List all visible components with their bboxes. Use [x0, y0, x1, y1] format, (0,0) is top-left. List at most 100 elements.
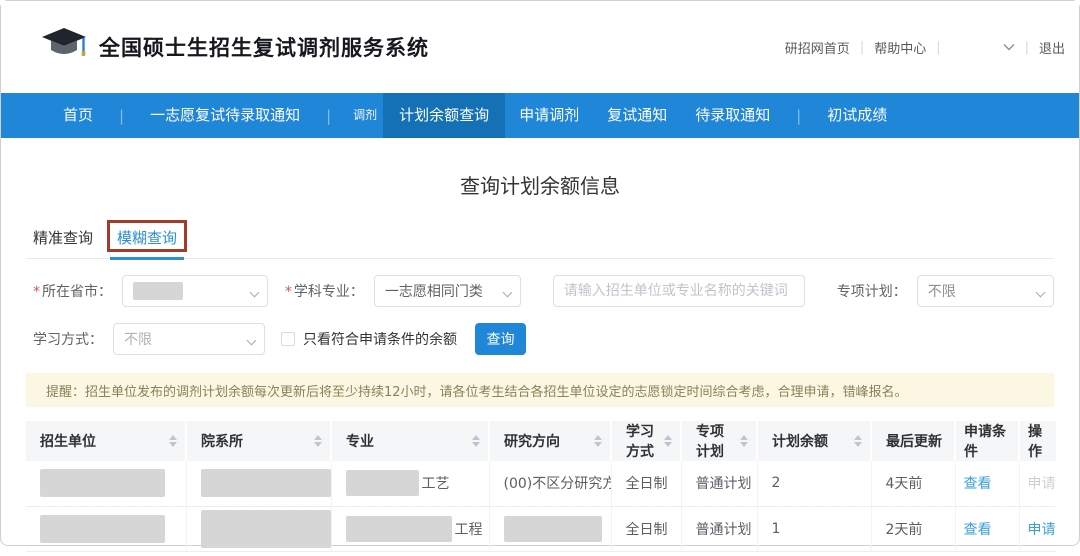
- study-mode-label: 学习方式：: [33, 329, 103, 349]
- tab-fuzzy-query[interactable]: 模糊查询: [117, 227, 177, 258]
- help-center-link[interactable]: 帮助中心: [874, 38, 926, 57]
- view-condition-link[interactable]: 查看: [964, 476, 992, 492]
- balance-table: 招生单位 院系所 专业 研究方向 学习方式 专项计划 计划余额 最后更新 申请条…: [26, 421, 1056, 556]
- home-link[interactable]: 研招网首页: [785, 38, 850, 57]
- province-value-redacted: [133, 282, 183, 300]
- notice-text: 提醒：招生单位发布的调剂计划余额每次更新后将至少持续12小时，请各位考生结合各招…: [46, 381, 908, 400]
- cell-special-plan: 普通计划: [681, 461, 757, 506]
- nav-divider: |: [796, 107, 801, 125]
- keyword-input[interactable]: [553, 275, 805, 307]
- chevron-down-icon: [249, 288, 259, 298]
- sort-icon[interactable]: [594, 435, 602, 447]
- chevron-down-icon: [247, 336, 257, 346]
- cell-department: [186, 461, 331, 506]
- col-header-unit[interactable]: 招生单位: [26, 421, 186, 461]
- nav-item-retest-notice[interactable]: 复试通知: [593, 93, 681, 138]
- cell-action: 申请: [1019, 461, 1056, 506]
- sort-icon[interactable]: [664, 435, 672, 447]
- special-plan-select[interactable]: 不限: [917, 275, 1054, 307]
- nav-divider: |: [326, 107, 331, 125]
- cell-major: 工程: [331, 506, 489, 551]
- cell-condition: 查看: [955, 506, 1019, 551]
- page-title: 查询计划余额信息: [26, 170, 1054, 199]
- redacted-value: [346, 516, 452, 542]
- view-condition-link[interactable]: 查看: [964, 522, 992, 538]
- required-mark: *: [285, 284, 292, 300]
- table-row-partial: [26, 551, 1056, 556]
- table-header-row: 招生单位 院系所 专业 研究方向 学习方式 专项计划 计划余额 最后更新 申请条…: [26, 421, 1056, 461]
- cell-department: [186, 506, 331, 551]
- only-eligible-checkbox[interactable]: [281, 332, 295, 346]
- cell-updated: 4天前: [871, 461, 955, 506]
- sort-icon[interactable]: [472, 435, 480, 447]
- apply-link[interactable]: 申请: [1028, 522, 1056, 538]
- header-divider: |: [936, 40, 940, 55]
- nav-item-initial-scores[interactable]: 初试成绩: [813, 93, 901, 138]
- nav-group-label-tiaoji: 调剂: [353, 93, 377, 138]
- query-tabs: 精准查询 模糊查询: [26, 229, 1054, 259]
- header-divider: |: [1025, 40, 1029, 55]
- redacted-value: [201, 469, 331, 497]
- cell-study-mode: 全日制: [611, 506, 681, 551]
- header-right-links: 研招网首页 | 帮助中心 | | 退出: [785, 38, 1065, 57]
- chevron-down-icon[interactable]: [1003, 40, 1015, 55]
- special-plan-value: 不限: [928, 281, 956, 301]
- sort-icon[interactable]: [314, 435, 322, 447]
- tab-precise-query[interactable]: 精准查询: [33, 227, 93, 258]
- col-header-quota[interactable]: 计划余额: [757, 421, 871, 461]
- cell-direction: [489, 506, 611, 551]
- nav-divider: |: [119, 107, 124, 125]
- brand: 全国硕士生招生复试调剂服务系统: [41, 27, 429, 67]
- cell-quota: 2: [757, 461, 871, 506]
- province-label: *所在省市：: [33, 281, 112, 301]
- nav-item-admission-notice[interactable]: 待录取通知: [681, 93, 784, 138]
- col-header-special-plan[interactable]: 专项计划: [681, 421, 757, 461]
- main-nav: 首页 | 一志愿复试待录取通知 | 调剂 计划余额查询 申请调剂 复试通知 待录…: [1, 93, 1079, 138]
- nav-item-plan-balance-query[interactable]: 计划余额查询: [383, 93, 505, 138]
- chevron-down-icon: [1036, 288, 1046, 298]
- only-eligible-label[interactable]: 只看符合申请条件的余额: [303, 329, 457, 349]
- nav-item-first-choice-notice[interactable]: 一志愿复试待录取通知: [136, 93, 314, 138]
- redacted-value: [40, 515, 165, 543]
- username-redacted: [951, 40, 993, 54]
- col-header-condition: 申请条件: [955, 421, 1019, 461]
- main-content: 查询计划余额信息 精准查询 模糊查询 *所在省市： *学科专业： 一志愿相同门类…: [1, 170, 1079, 556]
- col-header-action: 操作: [1019, 421, 1056, 461]
- redacted-value: [504, 516, 602, 542]
- search-button[interactable]: 查询: [475, 323, 526, 355]
- cell-quota: 1: [757, 506, 871, 551]
- province-select[interactable]: [122, 275, 268, 307]
- cell-major: 工艺: [331, 461, 489, 506]
- top-header: 全国硕士生招生复试调剂服务系统 研招网首页 | 帮助中心 | | 退出: [1, 1, 1079, 93]
- graduation-cap-icon: [41, 27, 87, 67]
- nav-item-apply-tiaoji[interactable]: 申请调剂: [505, 93, 593, 138]
- table-row: 工程 全日制 普通计划 1 2天前 查看 申请: [26, 506, 1056, 551]
- cell-direction: (00)不区分研究方向: [489, 461, 611, 506]
- cell-special-plan: 普通计划: [681, 506, 757, 551]
- cell-study-mode: 全日制: [611, 461, 681, 506]
- filter-row-1: *所在省市： *学科专业： 一志愿相同门类 专项计划： 不限: [26, 275, 1054, 307]
- sort-icon[interactable]: [169, 435, 177, 447]
- header-divider: |: [860, 40, 864, 55]
- col-header-major[interactable]: 专业: [331, 421, 489, 461]
- col-header-direction[interactable]: 研究方向: [489, 421, 611, 461]
- col-header-study-mode[interactable]: 学习方式: [611, 421, 681, 461]
- major-text: 工程: [455, 519, 483, 539]
- subject-select[interactable]: 一志愿相同门类: [374, 275, 521, 307]
- cell-condition: 查看: [955, 461, 1019, 506]
- cell-action: 申请: [1019, 506, 1056, 551]
- logout-link[interactable]: 退出: [1039, 38, 1065, 57]
- apply-link-disabled[interactable]: 申请: [1028, 476, 1056, 492]
- study-mode-select[interactable]: 不限: [113, 323, 265, 355]
- subject-value: 一志愿相同门类: [385, 281, 483, 301]
- cell-updated: 2天前: [871, 506, 955, 551]
- chevron-down-icon: [502, 288, 512, 298]
- filter-row-2: 学习方式： 不限 只看符合申请条件的余额 查询: [26, 323, 1054, 355]
- tab-fuzzy-query-label: 模糊查询: [117, 229, 177, 247]
- cell-unit: [26, 461, 186, 506]
- sort-icon[interactable]: [854, 435, 862, 447]
- major-text: 工艺: [422, 473, 450, 493]
- col-header-department[interactable]: 院系所: [186, 421, 331, 461]
- sort-icon[interactable]: [740, 435, 748, 447]
- nav-item-home[interactable]: 首页: [49, 93, 107, 138]
